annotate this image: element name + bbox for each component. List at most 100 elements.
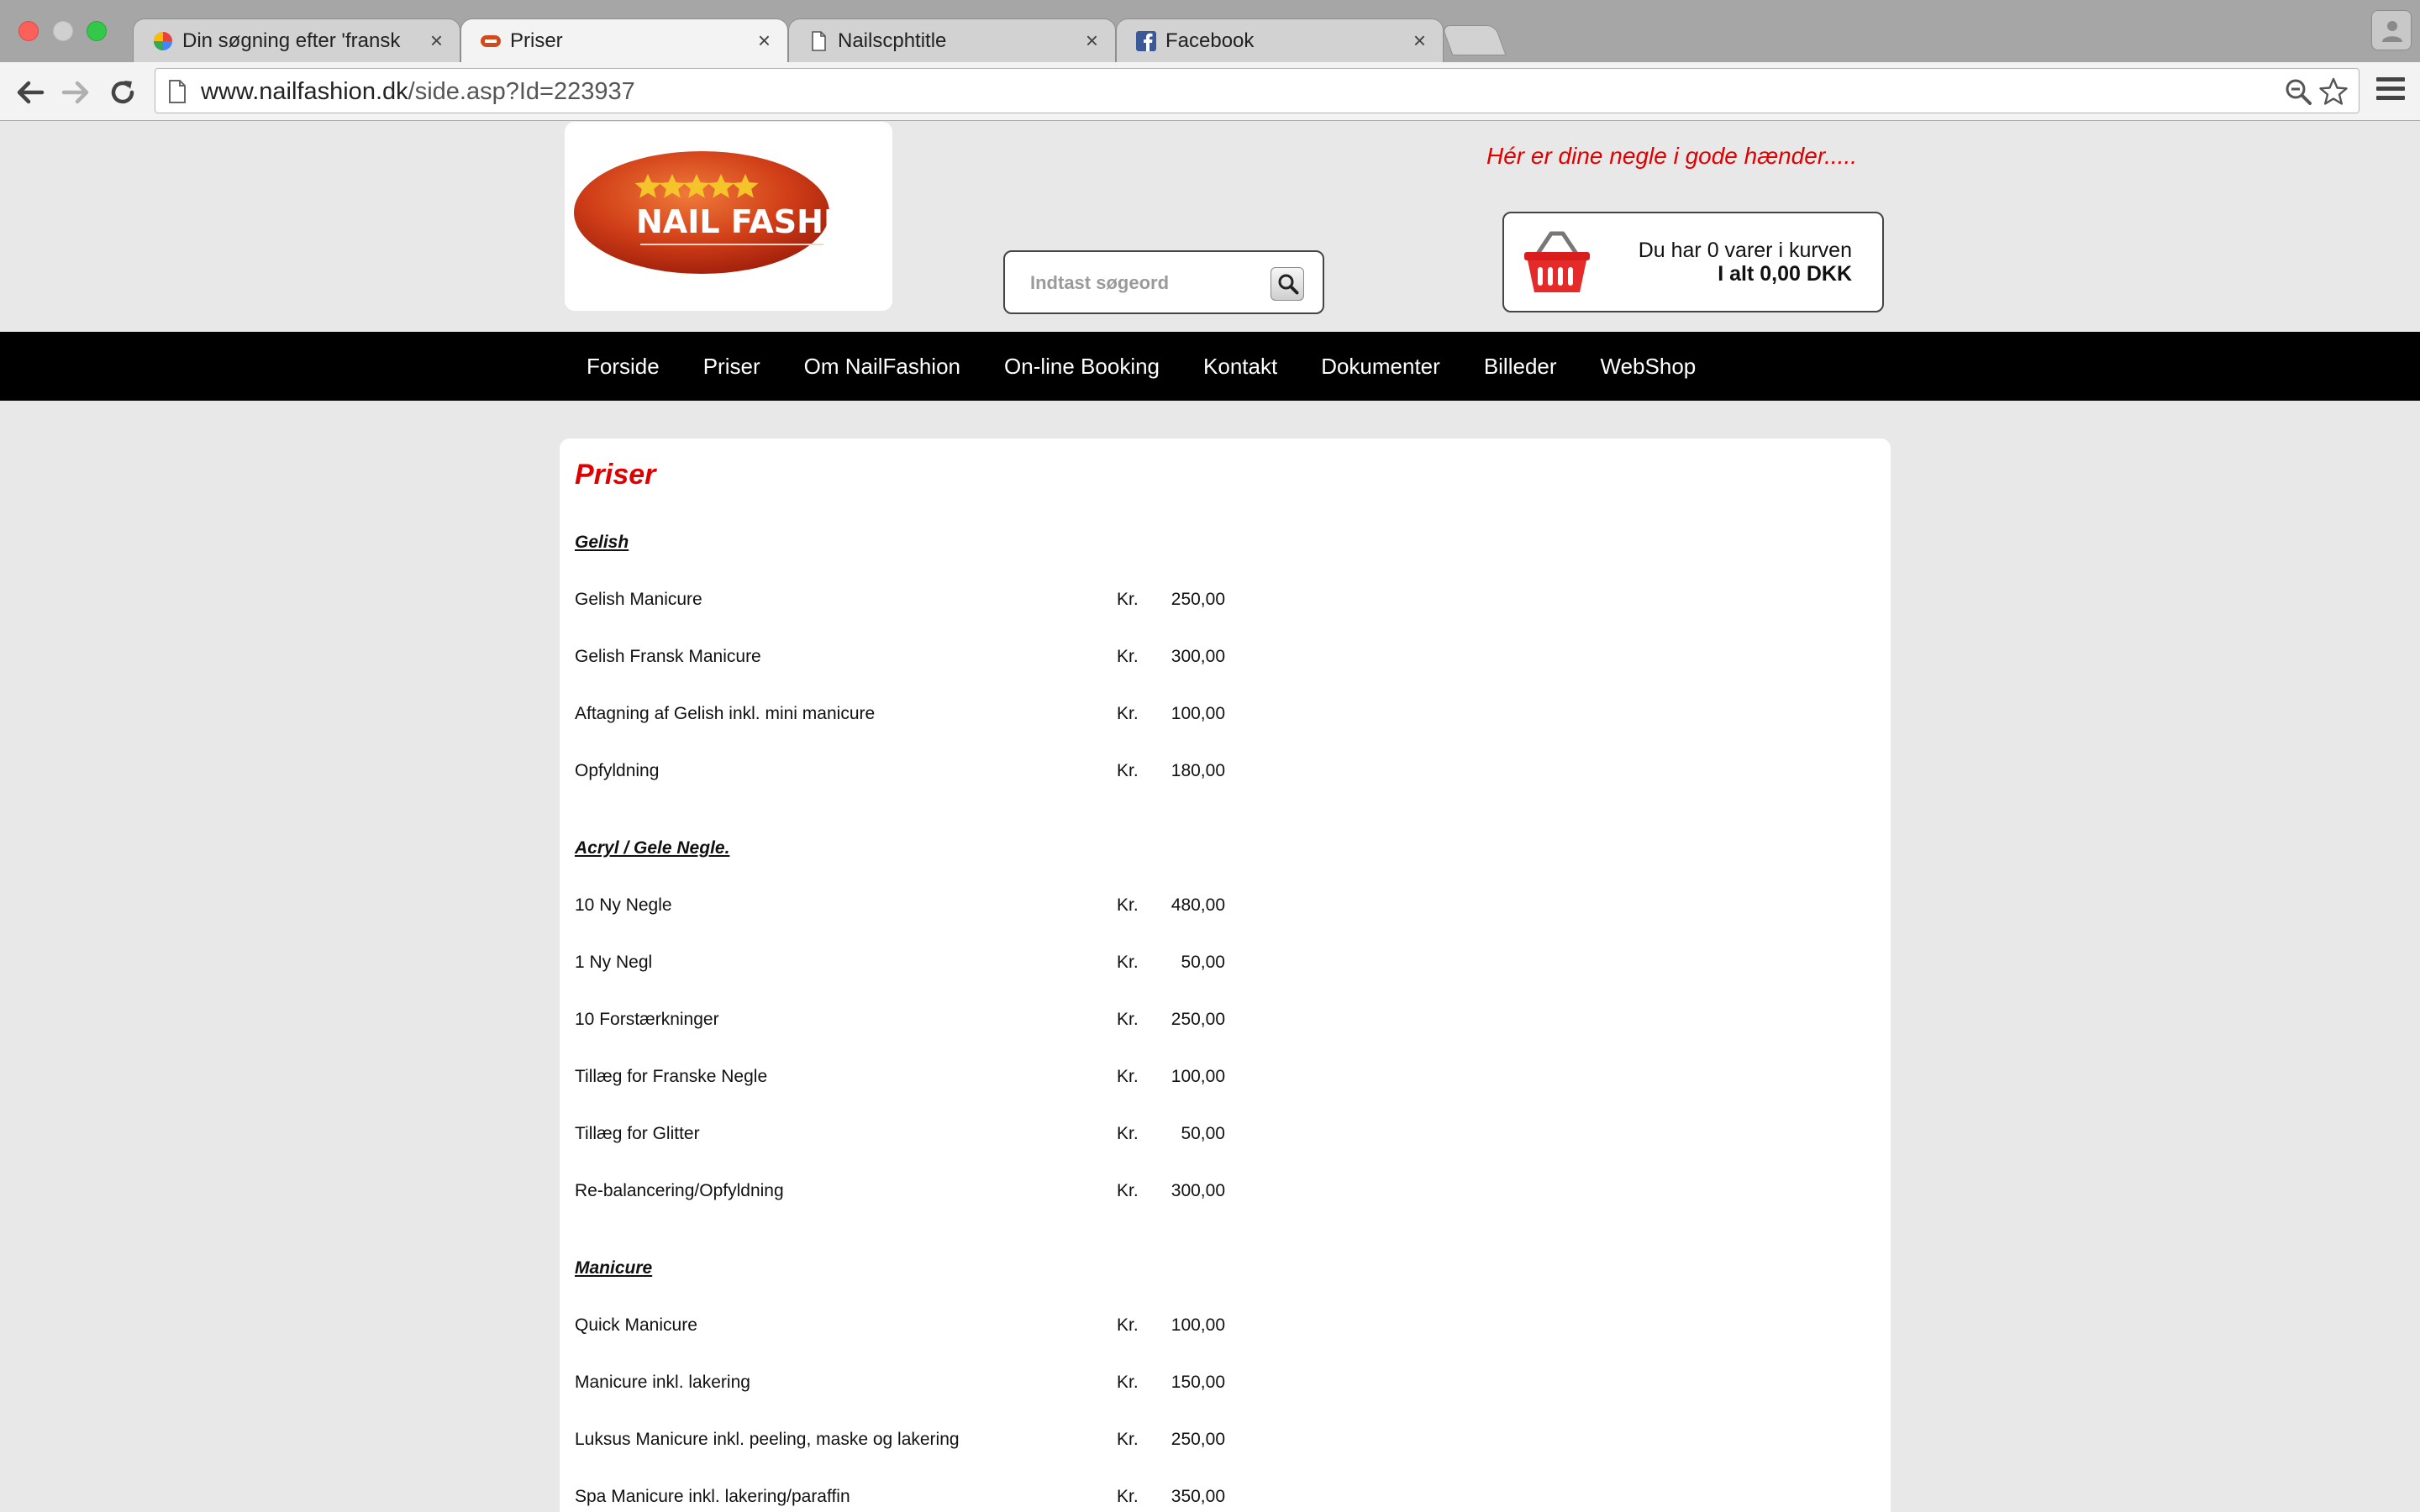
price-row: 1 Ny Negl Kr. 50,00 [575, 953, 1247, 978]
site-tagline: Hér er dine negle i gode hænder..... [1486, 143, 1857, 169]
browser-menu-icon[interactable] [2376, 77, 2405, 106]
page-title: Priser [575, 459, 656, 491]
address-bar[interactable]: www.nailfashion.dk/side.asp?Id=223937 [155, 68, 2360, 113]
content-panel: Priser Gelish Gelish Manicure Kr. 250,00… [560, 438, 1891, 1512]
back-arrow-icon[interactable] [12, 74, 49, 111]
currency-label: Kr. [1117, 761, 1139, 780]
search-button[interactable] [1270, 267, 1304, 301]
browser-toolbar: www.nailfashion.dk/side.asp?Id=223937 [0, 62, 2420, 121]
price-row: Tillæg for Franske Negle Kr. 100,00 [575, 1067, 1247, 1092]
price-row: 10 Ny Negle Kr. 480,00 [575, 895, 1247, 921]
service-price: 250,00 [1171, 590, 1225, 609]
currency-label: Kr. [1117, 1181, 1139, 1200]
currency-label: Kr. [1117, 590, 1139, 609]
currency-label: Kr. [1117, 1010, 1139, 1029]
forward-arrow-icon[interactable] [57, 74, 94, 111]
nav-item-billeder[interactable]: Billeder [1462, 332, 1579, 401]
window-zoom-button[interactable] [87, 21, 107, 41]
section-title-manicure: Manicure [575, 1258, 653, 1278]
price-row: Manicure inkl. lakering Kr. 150,00 [575, 1373, 1247, 1398]
new-tab-button[interactable] [1441, 25, 1507, 55]
service-price: 480,00 [1171, 895, 1225, 915]
person-icon [2382, 21, 2402, 42]
nav-item-online-booking[interactable]: On-line Booking [982, 332, 1181, 401]
currency-label: Kr. [1117, 1373, 1139, 1392]
page-icon [812, 31, 826, 51]
tab-title: Din søgning efter 'fransk m [182, 29, 402, 52]
nav-item-webshop[interactable]: WebShop [1579, 332, 1718, 401]
section-title-acryl-gele: Acryl / Gele Negle. [575, 838, 730, 858]
currency-label: Kr. [1117, 1315, 1139, 1335]
price-row: Tillæg for Glitter Kr. 50,00 [575, 1124, 1247, 1149]
service-name: 10 Forstærkninger [575, 1010, 719, 1029]
service-name: Aftagning af Gelish inkl. mini manicure [575, 704, 876, 723]
price-row: Opfyldning Kr. 180,00 [575, 761, 1247, 786]
reload-icon[interactable] [104, 74, 141, 111]
service-name: Tillæg for Glitter [575, 1124, 700, 1143]
currency-label: Kr. [1117, 704, 1139, 723]
page-icon [169, 80, 186, 103]
facebook-icon [1136, 31, 1156, 51]
browser-tab-priser[interactable]: Priser × [460, 18, 788, 62]
nav-item-dokumenter[interactable]: Dokumenter [1299, 332, 1462, 401]
window-minimize-button[interactable] [53, 21, 73, 41]
price-row: Quick Manicure Kr. 100,00 [575, 1315, 1247, 1341]
logo-text: NAIL FASHION [636, 203, 889, 240]
service-price: 100,00 [1171, 1315, 1225, 1335]
price-row: Gelish Fransk Manicure Kr. 300,00 [575, 647, 1247, 672]
url-path: /side.asp?Id=223937 [408, 78, 635, 105]
tab-close-icon[interactable]: × [430, 28, 443, 53]
shopping-cart-box[interactable]: Du har 0 varer i kurven I alt 0,00 DKK [1502, 212, 1884, 312]
currency-label: Kr. [1117, 895, 1139, 915]
service-price: 50,00 [1181, 953, 1225, 972]
browser-tab-facebook[interactable]: Facebook × [1116, 18, 1444, 62]
currency-label: Kr. [1117, 1487, 1139, 1506]
cart-total: I alt 0,00 DKK [1718, 262, 1852, 286]
nav-item-om-nailfashion[interactable]: Om NailFashion [782, 332, 982, 401]
tab-close-icon[interactable]: × [1413, 28, 1426, 53]
currency-label: Kr. [1117, 1430, 1139, 1449]
service-name: Manicure inkl. lakering [575, 1373, 750, 1392]
google-icon [154, 32, 172, 50]
service-name: Quick Manicure [575, 1315, 697, 1335]
currency-label: Kr. [1117, 647, 1139, 666]
service-price: 100,00 [1171, 704, 1225, 723]
profile-button[interactable] [2371, 10, 2412, 50]
tab-title: Nailscphtitle [838, 29, 947, 52]
service-name: 1 Ny Negl [575, 953, 653, 972]
service-name: Gelish Manicure [575, 590, 702, 609]
price-row: Luksus Manicure inkl. peeling, maske og … [575, 1430, 1247, 1455]
window-close-button[interactable] [18, 21, 39, 41]
search-input[interactable] [1030, 269, 1257, 297]
service-price: 350,00 [1171, 1487, 1225, 1506]
tab-title: Facebook [1165, 29, 1255, 52]
section-title-gelish: Gelish [575, 533, 629, 552]
currency-label: Kr. [1117, 953, 1139, 972]
service-name: Spa Manicure inkl. lakering/paraffin [575, 1487, 850, 1506]
price-row: Re-balancering/Opfyldning Kr. 300,00 [575, 1181, 1247, 1206]
service-price: 300,00 [1171, 1181, 1225, 1200]
bookmark-star-icon[interactable] [2318, 76, 2349, 107]
service-price: 150,00 [1171, 1373, 1225, 1392]
service-price: 100,00 [1171, 1067, 1225, 1086]
nav-item-forside[interactable]: Forside [565, 332, 681, 401]
service-name: Opfyldning [575, 761, 660, 780]
site-logo[interactable]: NAIL FASHION [565, 122, 892, 311]
nav-item-priser[interactable]: Priser [681, 332, 782, 401]
tab-close-icon[interactable]: × [1086, 28, 1098, 53]
service-price: 250,00 [1171, 1430, 1225, 1449]
browser-tab-nailscphtitle[interactable]: Nailscphtitle × [788, 18, 1116, 62]
service-price: 300,00 [1171, 647, 1225, 666]
currency-label: Kr. [1117, 1124, 1139, 1143]
browser-tab-google[interactable]: Din søgning efter 'fransk m × [133, 18, 460, 62]
nav-item-kontakt[interactable]: Kontakt [1181, 332, 1299, 401]
search-icon [1278, 274, 1299, 295]
browser-tabstrip: Din søgning efter 'fransk m × Priser × N… [0, 0, 2420, 62]
zoom-icon[interactable] [2285, 78, 2312, 105]
service-price: 180,00 [1171, 761, 1225, 780]
price-row: Gelish Manicure Kr. 250,00 [575, 590, 1247, 615]
tab-close-icon[interactable]: × [758, 28, 771, 53]
cart-item-count: Du har 0 varer i kurven [1638, 239, 1852, 262]
shopping-basket-icon [1524, 231, 1590, 292]
main-navigation: Forside Priser Om NailFashion On-line Bo… [0, 332, 2420, 401]
